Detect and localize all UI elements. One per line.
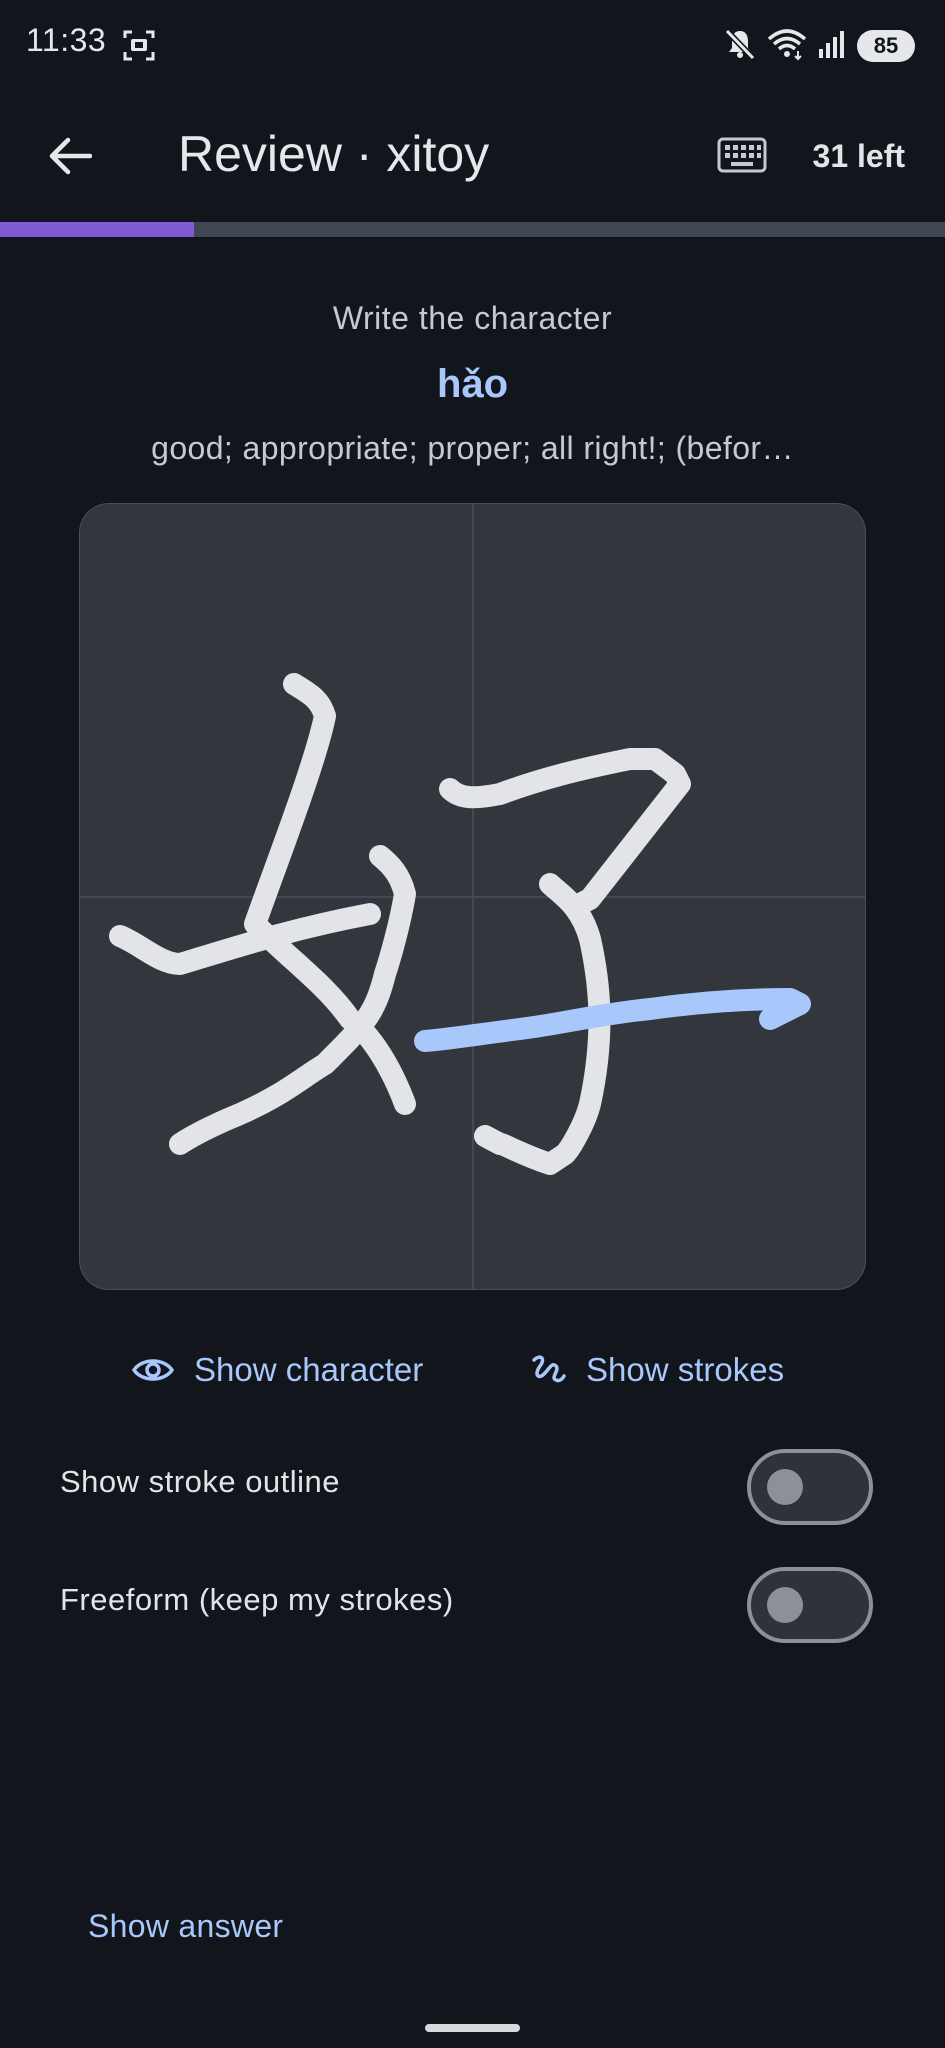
prompt-label: Write the character: [332, 300, 613, 336]
toggle-label-stroke-outline: Show stroke outline: [60, 1464, 341, 1499]
stroke-outline-toggle[interactable]: [747, 1449, 873, 1525]
user-stroke: [244, 673, 416, 1115]
toggle-knob: [767, 1469, 803, 1505]
status-time: 11:33: [26, 22, 107, 58]
show-character-label: Show character: [194, 1351, 424, 1388]
drawing-canvas[interactable]: [79, 503, 866, 1290]
definition: good; appropriate; proper; all right!; (…: [151, 430, 794, 466]
signal-icon: [817, 29, 847, 64]
mute-icon: [723, 27, 757, 66]
show-strokes-button[interactable]: Show strokes: [530, 1340, 784, 1400]
progress-fill: [0, 222, 194, 237]
wifi-icon: [767, 27, 807, 66]
toggle-knob: [767, 1587, 803, 1623]
page-title: Review · xitoy: [178, 126, 490, 182]
user-stroke: [169, 845, 416, 1155]
toggle-label-freeform: Freeform (keep my strokes): [60, 1582, 454, 1617]
freeform-toggle[interactable]: [747, 1567, 873, 1643]
home-indicator[interactable]: [425, 2024, 520, 2032]
back-button[interactable]: [38, 124, 102, 188]
keyboard-icon: [717, 137, 767, 173]
eye-icon: [132, 1359, 174, 1381]
status-icons: 85: [723, 26, 915, 66]
remaining-count: 31 left: [812, 138, 905, 174]
show-answer-button[interactable]: Show answer: [88, 1908, 283, 1945]
keyboard-button[interactable]: [712, 130, 772, 180]
progress-bar: [0, 222, 945, 237]
battery-icon: 85: [857, 30, 915, 62]
show-strokes-label: Show strokes: [586, 1351, 785, 1388]
gesture-icon: [532, 1355, 566, 1383]
arrow-back-icon: [49, 137, 92, 175]
highlight-stroke: [414, 988, 811, 1052]
screen-record-icon: [122, 28, 156, 62]
show-character-button[interactable]: Show character: [132, 1340, 423, 1400]
pinyin: hǎo: [436, 362, 509, 406]
user-stroke: [439, 748, 691, 915]
